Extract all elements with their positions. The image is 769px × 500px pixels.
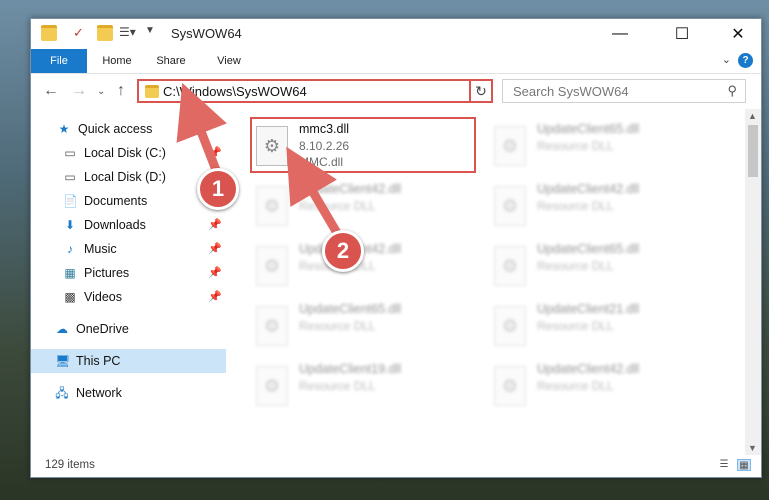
annotation-arrows bbox=[176, 82, 345, 243]
arrow-1 bbox=[176, 82, 227, 175]
callout-1: 1 bbox=[197, 168, 239, 210]
arrow-2 bbox=[286, 146, 345, 243]
callout-2: 2 bbox=[322, 230, 364, 272]
